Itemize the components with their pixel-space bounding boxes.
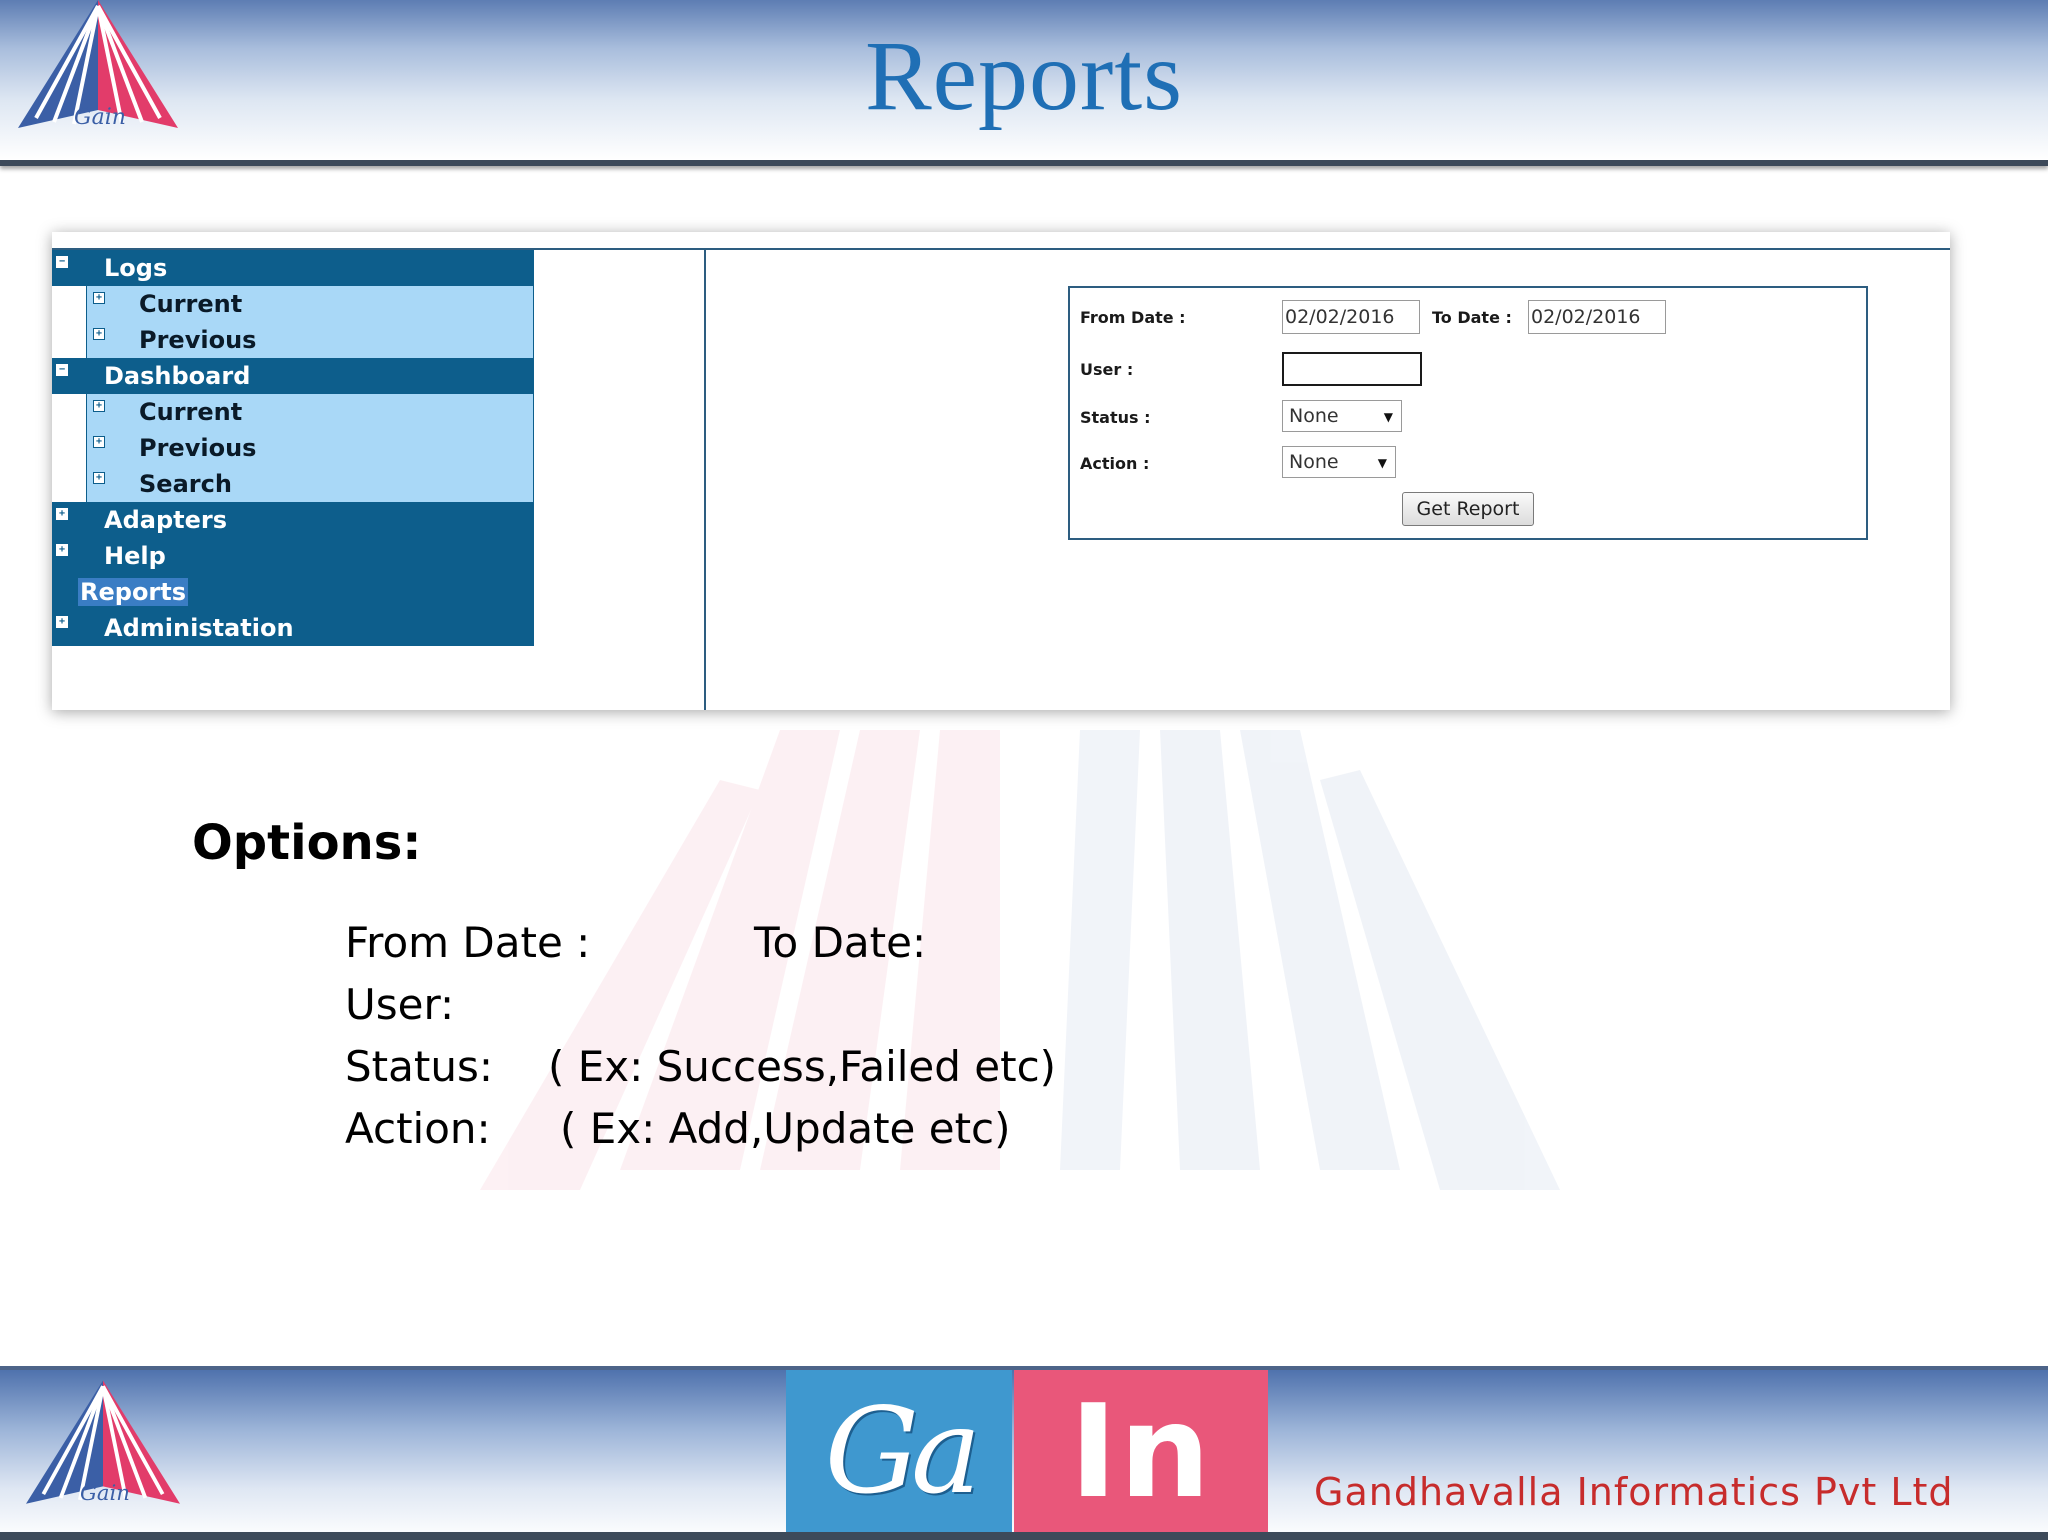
- action-label: Action :: [1080, 454, 1150, 473]
- panel-divider: [704, 248, 706, 710]
- nav-item-dashboard[interactable]: − Dashboard: [52, 358, 534, 394]
- dropdown-arrow-icon: ▼: [1377, 456, 1387, 470]
- slide-header: Gain Reports: [0, 0, 2048, 166]
- expand-icon[interactable]: +: [93, 472, 105, 484]
- brand-in-text: In: [1069, 1378, 1213, 1527]
- nav-item-label: Logs: [104, 254, 168, 282]
- svg-text:Gain: Gain: [80, 1480, 130, 1505]
- nav-item-label: Dashboard: [104, 362, 251, 390]
- option-user: User:: [345, 980, 455, 1029]
- status-select[interactable]: None ▼: [1282, 400, 1402, 432]
- status-label: Status :: [1080, 408, 1151, 427]
- to-date-label: To Date :: [1432, 308, 1512, 327]
- expand-icon[interactable]: +: [56, 544, 68, 556]
- nav-item-label: Search: [139, 470, 232, 498]
- gain-logo-icon: Gain: [26, 1380, 180, 1505]
- action-select[interactable]: None ▼: [1282, 446, 1396, 478]
- get-report-button[interactable]: Get Report: [1402, 492, 1534, 526]
- nav-item-help[interactable]: + Help: [52, 538, 534, 574]
- nav-item-label: Adapters: [104, 506, 227, 534]
- option-to-date: To Date:: [754, 918, 927, 967]
- nav-item-label: Reports: [78, 578, 189, 606]
- status-selected-value: None: [1289, 405, 1339, 427]
- sidebar-nav: − Logs + Current + Previous − Dashboard …: [52, 250, 534, 646]
- nav-item-dashboard-current[interactable]: + Current: [86, 394, 534, 430]
- nav-item-label: Help: [104, 542, 166, 570]
- to-date-input[interactable]: 02/02/2016: [1528, 300, 1666, 334]
- company-name: Gandhavalla Informatics Pvt Ltd: [1314, 1470, 1954, 1514]
- nav-item-reports[interactable]: Reports: [52, 574, 534, 610]
- collapse-icon[interactable]: −: [56, 364, 68, 376]
- from-date-input[interactable]: 02/02/2016: [1282, 300, 1420, 334]
- expand-icon[interactable]: +: [56, 508, 68, 520]
- expand-icon[interactable]: +: [56, 616, 68, 628]
- expand-icon[interactable]: +: [93, 400, 105, 412]
- expand-icon[interactable]: +: [93, 292, 105, 304]
- action-selected-value: None: [1289, 451, 1339, 473]
- collapse-icon[interactable]: −: [56, 256, 68, 268]
- option-action-example: ( Ex: Add,Update etc): [560, 1104, 1011, 1153]
- option-from-date: From Date :: [345, 918, 591, 967]
- report-filter-form: From Date : 02/02/2016 To Date : 02/02/2…: [1068, 286, 1868, 540]
- dropdown-arrow-icon: ▼: [1383, 410, 1393, 424]
- nav-item-administation[interactable]: + Administation: [52, 610, 534, 646]
- reports-screenshot-panel: − Logs + Current + Previous − Dashboard …: [52, 232, 1950, 710]
- nav-item-logs[interactable]: − Logs: [52, 250, 534, 286]
- nav-item-adapters[interactable]: + Adapters: [52, 502, 534, 538]
- from-date-label: From Date :: [1080, 308, 1186, 327]
- options-heading: Options:: [192, 815, 422, 871]
- option-action: Action:: [345, 1104, 491, 1153]
- brand-logo-ga: Ga: [786, 1370, 1012, 1534]
- nav-item-label: Administation: [104, 614, 294, 642]
- slide-footer: Gain Ga In Gandhavalla Informatics Pvt L…: [0, 1366, 2048, 1540]
- footer-bottom-border: [0, 1532, 2048, 1540]
- option-status-example: ( Ex: Success,Failed etc): [548, 1042, 1057, 1091]
- nav-item-logs-previous[interactable]: + Previous: [86, 322, 534, 358]
- nav-item-label: Current: [139, 290, 243, 318]
- nav-item-label: Previous: [139, 326, 257, 354]
- nav-item-logs-current[interactable]: + Current: [86, 286, 534, 322]
- user-input[interactable]: [1282, 352, 1422, 386]
- user-label: User :: [1080, 360, 1134, 379]
- expand-icon[interactable]: +: [93, 436, 105, 448]
- nav-item-dashboard-search[interactable]: + Search: [86, 466, 534, 502]
- page-title: Reports: [864, 20, 1184, 131]
- brand-logo-in: In: [1014, 1370, 1268, 1534]
- nav-item-label: Current: [139, 398, 243, 426]
- nav-item-label: Previous: [139, 434, 257, 462]
- nav-item-dashboard-previous[interactable]: + Previous: [86, 430, 534, 466]
- option-status: Status:: [345, 1042, 493, 1091]
- brand-ga-text: Ga: [824, 1382, 982, 1520]
- expand-icon[interactable]: +: [93, 328, 105, 340]
